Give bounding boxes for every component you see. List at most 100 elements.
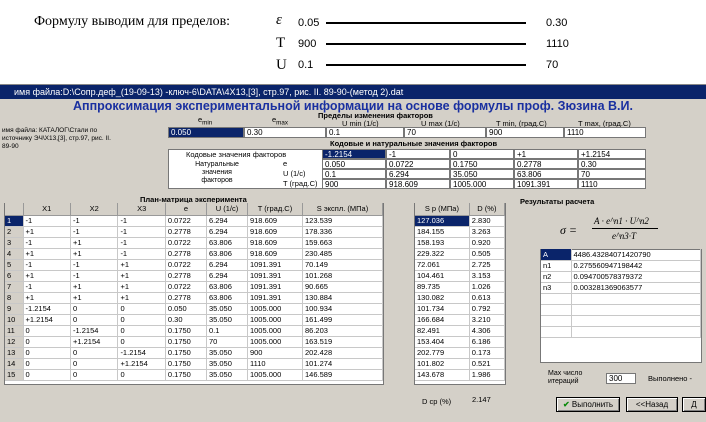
table-cell[interactable]: 6.294 <box>206 270 248 282</box>
row-number[interactable]: 7 <box>5 281 24 293</box>
table-cell[interactable]: -1 <box>117 237 166 249</box>
table-cell[interactable]: 159.663 <box>302 237 383 249</box>
row-number[interactable]: 13 <box>5 347 24 359</box>
table-cell[interactable]: 1005.000 <box>247 314 304 326</box>
nat-cell[interactable]: 35.050 <box>450 169 514 179</box>
table-cell[interactable]: 0 <box>117 314 166 326</box>
code-cell[interactable]: 0 <box>450 149 514 159</box>
table-cell[interactable]: 1091.391 <box>247 281 304 293</box>
table-cell[interactable]: 2.830 <box>469 215 506 227</box>
table-cell[interactable]: 0.050 <box>165 303 207 315</box>
table-cell[interactable]: 0 <box>23 369 71 381</box>
table-cell[interactable]: 0.2778 <box>165 226 207 238</box>
table-cell[interactable]: -1 <box>117 248 166 260</box>
next-button[interactable]: Д <box>682 397 706 412</box>
table-cell[interactable]: 0.1750 <box>165 369 207 381</box>
table-cell[interactable]: 0.1750 <box>165 347 207 359</box>
row-number[interactable]: 15 <box>5 369 24 381</box>
table-cell[interactable]: 0 <box>70 369 119 381</box>
e-min-field[interactable]: 0.050 <box>168 127 244 138</box>
table-cell[interactable]: 0 <box>70 358 119 370</box>
table-cell[interactable]: -1 <box>117 215 166 227</box>
table-cell[interactable]: 86.203 <box>302 325 383 337</box>
nat-cell[interactable]: 63.806 <box>514 169 578 179</box>
table-row[interactable]: 12 0 +1.2154 0 0.1750 70 1005.000 163.519 <box>5 336 383 348</box>
result-value[interactable]: 0.094700578379372 <box>571 271 701 283</box>
table-cell[interactable]: 184.155 <box>415 226 470 238</box>
table-cell[interactable]: 230.485 <box>302 248 383 260</box>
iter-field[interactable]: 300 <box>606 373 636 384</box>
row-number[interactable]: 14 <box>5 358 24 370</box>
nat-cell[interactable]: 900 <box>322 179 386 189</box>
table-row[interactable]: 101.802 0.521 <box>415 358 506 370</box>
table-cell[interactable]: 1005.000 <box>247 303 304 315</box>
table-cell[interactable]: 900 <box>247 347 304 359</box>
table-row[interactable]: 82.491 4.306 <box>415 325 506 337</box>
table-row[interactable]: 229.322 0.505 <box>415 248 506 260</box>
table-cell[interactable]: 35.050 <box>206 347 248 359</box>
table-cell[interactable]: 161.499 <box>302 314 383 326</box>
nat-cell[interactable]: 1005.000 <box>450 179 514 189</box>
table-cell[interactable]: 63.806 <box>206 237 248 249</box>
table-row[interactable]: 166.684 3.210 <box>415 314 506 326</box>
table-cell[interactable]: 0.0722 <box>165 237 207 249</box>
table-cell[interactable]: +1.2154 <box>117 358 166 370</box>
table-cell[interactable]: 1091.391 <box>247 292 304 304</box>
nat-cell[interactable]: 0.1750 <box>450 159 514 169</box>
run-button[interactable]: ✔ Выполнить <box>556 397 620 412</box>
table-cell[interactable]: +1 <box>70 292 119 304</box>
table-cell[interactable]: -1 <box>117 226 166 238</box>
u-min-field[interactable]: 0.1 <box>326 127 404 138</box>
table-cell[interactable]: 35.050 <box>206 369 248 381</box>
table-cell[interactable]: 3.153 <box>469 270 506 282</box>
table-cell[interactable]: 0.1750 <box>165 336 207 348</box>
row-number[interactable]: 12 <box>5 336 24 348</box>
table-cell[interactable]: 0.2778 <box>165 248 207 260</box>
table-row[interactable]: 7 -1 +1 +1 0.0722 63.806 1091.391 90.665 <box>5 281 383 293</box>
row-number[interactable]: 5 <box>5 259 24 271</box>
table-cell[interactable]: 70.149 <box>302 259 383 271</box>
table-cell[interactable]: 63.806 <box>206 292 248 304</box>
table-cell[interactable]: 35.050 <box>206 358 248 370</box>
table-cell[interactable]: -1 <box>23 281 71 293</box>
table-cell[interactable]: +1 <box>70 248 119 260</box>
nat-cell[interactable]: 70 <box>578 169 646 179</box>
code-cell[interactable]: -1.2154 <box>322 149 386 159</box>
table-row[interactable]: 3 -1 +1 -1 0.0722 63.806 918.609 159.663 <box>5 237 383 249</box>
table-cell[interactable]: 6.294 <box>206 226 248 238</box>
table-cell[interactable]: +1 <box>117 259 166 271</box>
table-cell[interactable]: 918.609 <box>247 237 304 249</box>
table-cell[interactable]: 104.461 <box>415 270 470 282</box>
table-cell[interactable]: +1 <box>70 237 119 249</box>
table-cell[interactable]: +1 <box>23 226 71 238</box>
table-cell[interactable]: 0 <box>70 347 119 359</box>
table-row[interactable]: 143.678 1.986 <box>415 369 506 381</box>
table-cell[interactable]: 70 <box>206 336 248 348</box>
table-cell[interactable]: 202.779 <box>415 347 470 359</box>
table-row[interactable]: 127.036 2.830 <box>415 215 506 227</box>
nat-cell[interactable]: 0.0722 <box>386 159 450 169</box>
table-cell[interactable]: 1110 <box>247 358 304 370</box>
table-cell[interactable]: 130.884 <box>302 292 383 304</box>
table-cell[interactable]: 127.036 <box>415 215 470 227</box>
table-cell[interactable]: 1091.391 <box>247 259 304 271</box>
table-cell[interactable]: 3.210 <box>469 314 506 326</box>
table-row[interactable]: 202.779 0.173 <box>415 347 506 359</box>
table-cell[interactable]: 0 <box>70 314 119 326</box>
table-row[interactable]: 8 +1 +1 +1 0.2778 63.806 1091.391 130.884 <box>5 292 383 304</box>
table-cell[interactable]: 0.505 <box>469 248 506 260</box>
table-cell[interactable]: 123.539 <box>302 215 383 227</box>
table-row[interactable]: 4 +1 +1 -1 0.2778 63.806 918.609 230.485 <box>5 248 383 260</box>
table-cell[interactable]: 0 <box>117 369 166 381</box>
table-cell[interactable]: 89.735 <box>415 281 470 293</box>
code-cell[interactable]: -1 <box>386 149 450 159</box>
table-row[interactable]: 13 0 0 -1.2154 0.1750 35.050 900 202.428 <box>5 347 383 359</box>
table-cell[interactable]: -1 <box>70 215 119 227</box>
table-cell[interactable]: 101.274 <box>302 358 383 370</box>
table-cell[interactable]: 0.1 <box>206 325 248 337</box>
table-cell[interactable]: 0.173 <box>469 347 506 359</box>
nat-cell[interactable]: 0.2778 <box>514 159 578 169</box>
table-cell[interactable]: 229.322 <box>415 248 470 260</box>
u-max-field[interactable]: 70 <box>404 127 486 138</box>
table-row[interactable]: 15 0 0 0 0.1750 35.050 1005.000 146.589 <box>5 369 383 381</box>
